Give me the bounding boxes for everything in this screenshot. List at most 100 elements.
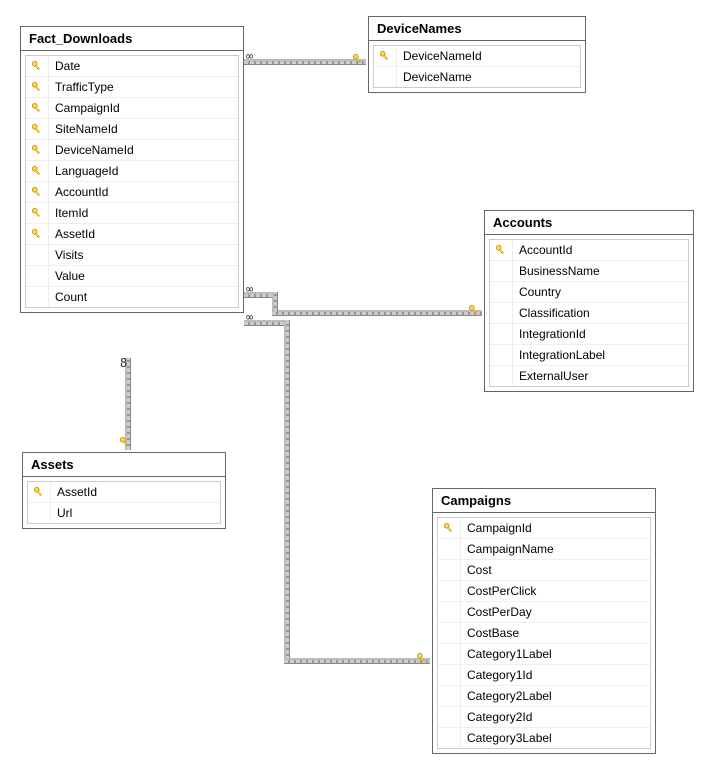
column-row[interactable]: AssetId <box>26 224 238 245</box>
column-row[interactable]: Category2Id <box>438 707 650 728</box>
connector-fact-accounts-v <box>272 292 278 312</box>
column-name: AccountId <box>49 182 238 202</box>
column-name: AccountId <box>513 240 688 260</box>
column-row[interactable]: Classification <box>490 303 688 324</box>
column-row[interactable]: DeviceName <box>374 67 580 87</box>
column-row[interactable]: Category1Id <box>438 665 650 686</box>
primary-key-icon <box>26 77 49 97</box>
endpoint-key-icon <box>119 436 133 450</box>
column-row[interactable]: Cost <box>438 560 650 581</box>
table-title: Campaigns <box>433 489 655 513</box>
column-row[interactable]: Url <box>28 503 220 523</box>
key-cell-empty <box>490 324 513 344</box>
column-row[interactable]: Date <box>26 56 238 77</box>
column-name: Category2Id <box>461 707 650 727</box>
table-columns: DateTrafficTypeCampaignIdSiteNameIdDevic… <box>25 55 239 308</box>
key-cell-empty <box>490 261 513 281</box>
column-name: Value <box>49 266 238 286</box>
table-title: Fact_Downloads <box>21 27 243 51</box>
key-cell-empty <box>438 686 461 706</box>
connector-fact-campaigns-v <box>284 320 290 660</box>
key-cell-empty <box>490 303 513 323</box>
column-name: Count <box>49 287 238 307</box>
column-name: IntegrationId <box>513 324 688 344</box>
table-fact-downloads[interactable]: Fact_Downloads DateTrafficTypeCampaignId… <box>20 26 244 313</box>
key-cell-empty <box>438 728 461 748</box>
table-title: Assets <box>23 453 225 477</box>
column-row[interactable]: DeviceNameId <box>374 46 580 67</box>
column-name: DeviceName <box>397 67 580 87</box>
column-name: Category2Label <box>461 686 650 706</box>
column-row[interactable]: ExternalUser <box>490 366 688 386</box>
primary-key-icon <box>26 140 49 160</box>
column-row[interactable]: AssetId <box>28 482 220 503</box>
table-assets[interactable]: Assets AssetIdUrl <box>22 452 226 529</box>
column-name: Category1Id <box>461 665 650 685</box>
column-row[interactable]: CostBase <box>438 623 650 644</box>
column-row[interactable]: CostPerDay <box>438 602 650 623</box>
column-name: Country <box>513 282 688 302</box>
column-row[interactable]: LanguageId <box>26 161 238 182</box>
endpoint-infinity-icon: ∞ <box>246 284 253 294</box>
column-row[interactable]: Country <box>490 282 688 303</box>
column-name: DeviceNameId <box>397 46 580 66</box>
key-cell-empty <box>490 366 513 386</box>
primary-key-icon <box>438 518 461 538</box>
column-row[interactable]: Visits <box>26 245 238 266</box>
key-cell-empty <box>438 707 461 727</box>
column-row[interactable]: CostPerClick <box>438 581 650 602</box>
column-name: CostPerClick <box>461 581 650 601</box>
table-title: Accounts <box>485 211 693 235</box>
key-cell-empty <box>438 665 461 685</box>
key-cell-empty <box>28 503 51 523</box>
column-row[interactable]: CampaignId <box>26 98 238 119</box>
column-row[interactable]: Count <box>26 287 238 307</box>
column-name: Category3Label <box>461 728 650 748</box>
column-row[interactable]: CampaignName <box>438 539 650 560</box>
column-row[interactable]: AccountId <box>490 240 688 261</box>
column-row[interactable]: ItemId <box>26 203 238 224</box>
column-row[interactable]: BusinessName <box>490 261 688 282</box>
endpoint-key-icon <box>416 652 430 666</box>
column-row[interactable]: Category2Label <box>438 686 650 707</box>
column-name: Category1Label <box>461 644 650 664</box>
key-cell-empty <box>26 266 49 286</box>
connector-fact-accounts-h2 <box>272 310 482 316</box>
column-row[interactable]: IntegrationId <box>490 324 688 345</box>
key-cell-empty <box>438 581 461 601</box>
column-row[interactable]: IntegrationLabel <box>490 345 688 366</box>
column-name: CostBase <box>461 623 650 643</box>
column-row[interactable]: SiteNameId <box>26 119 238 140</box>
key-cell-empty <box>438 539 461 559</box>
column-name: CampaignId <box>461 518 650 538</box>
key-cell-empty <box>26 245 49 265</box>
column-row[interactable]: TrafficType <box>26 77 238 98</box>
table-accounts[interactable]: Accounts AccountIdBusinessNameCountryCla… <box>484 210 694 392</box>
table-device-names[interactable]: DeviceNames DeviceNameIdDeviceName <box>368 16 586 93</box>
column-name: Url <box>51 503 220 523</box>
key-cell-empty <box>374 67 397 87</box>
column-row[interactable]: Value <box>26 266 238 287</box>
column-row[interactable]: CampaignId <box>438 518 650 539</box>
primary-key-icon <box>374 46 397 66</box>
column-row[interactable]: Category1Label <box>438 644 650 665</box>
primary-key-icon <box>26 224 49 244</box>
column-name: ItemId <box>49 203 238 223</box>
key-cell-empty <box>438 623 461 643</box>
table-campaigns[interactable]: Campaigns CampaignIdCampaignNameCostCost… <box>432 488 656 754</box>
column-name: CostPerDay <box>461 602 650 622</box>
endpoint-key-icon <box>352 53 366 67</box>
endpoint-infinity-icon: 8 <box>120 358 127 368</box>
connector-fact-devicenames <box>244 59 366 65</box>
column-row[interactable]: DeviceNameId <box>26 140 238 161</box>
column-row[interactable]: Category3Label <box>438 728 650 748</box>
column-row[interactable]: AccountId <box>26 182 238 203</box>
column-name: CampaignId <box>49 98 238 118</box>
column-name: Cost <box>461 560 650 580</box>
column-name: AssetId <box>51 482 220 502</box>
endpoint-infinity-icon: ∞ <box>246 51 253 61</box>
table-columns: AccountIdBusinessNameCountryClassificati… <box>489 239 689 387</box>
column-name: AssetId <box>49 224 238 244</box>
table-columns: AssetIdUrl <box>27 481 221 524</box>
endpoint-infinity-icon: ∞ <box>246 312 253 322</box>
